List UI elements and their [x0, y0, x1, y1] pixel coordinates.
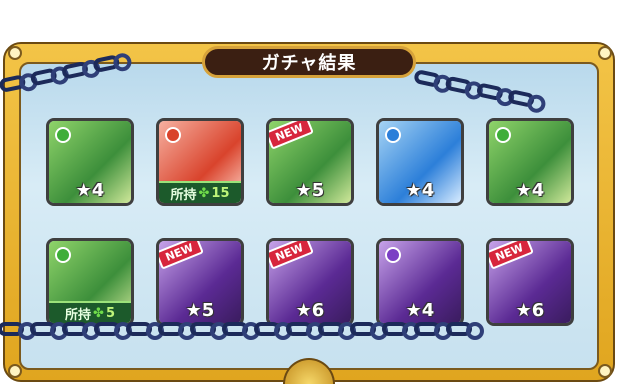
owned-count-bar: 所持 ✤ 15 — [159, 181, 241, 203]
owned-count: 15 — [211, 185, 230, 201]
owned-label: 所持 — [170, 187, 197, 203]
rarity-stars: ★5 — [295, 180, 325, 201]
character-card[interactable]: ★4 — [376, 238, 464, 326]
dark-element-icon — [385, 247, 401, 263]
wood-element-icon — [55, 247, 71, 263]
character-card[interactable]: ★4 — [46, 118, 134, 206]
fire-element-icon — [165, 127, 181, 143]
clover-icon: ✤ — [93, 305, 104, 321]
rivet-icon — [598, 364, 612, 378]
rivet-icon — [8, 46, 22, 60]
character-card[interactable]: NEW ★6 — [486, 238, 574, 326]
rarity-stars: ★6 — [515, 300, 545, 321]
rivet-icon — [598, 46, 612, 60]
wood-element-icon — [495, 127, 511, 143]
character-card[interactable]: ★4 — [486, 118, 574, 206]
rarity-stars: ★4 — [75, 180, 105, 201]
character-card[interactable]: NEW ★5 — [156, 238, 244, 326]
chain-bottom — [0, 322, 484, 340]
clover-icon: ✤ — [198, 185, 210, 201]
rarity-stars: ★4 — [405, 300, 435, 321]
rivet-icon — [8, 364, 22, 378]
rarity-stars: ★4 — [515, 180, 545, 201]
character-card[interactable]: NEW ★5 — [266, 118, 354, 206]
wood-element-icon — [55, 127, 71, 143]
rarity-stars: ★5 — [185, 300, 215, 321]
owned-label: 所持 — [65, 307, 92, 323]
owned-count: 5 — [105, 305, 115, 321]
page-title: ガチャ結果 — [202, 46, 416, 78]
water-element-icon — [385, 127, 401, 143]
owned-count-bar: 所持 ✤ 5 — [49, 301, 131, 323]
character-card[interactable]: NEW ★6 — [266, 238, 354, 326]
rarity-stars: ★4 — [405, 180, 435, 201]
character-card[interactable]: ★4 — [376, 118, 464, 206]
character-card[interactable]: 所持 ✤ 15 — [156, 118, 244, 206]
character-card[interactable]: 所持 ✤ 5 — [46, 238, 134, 326]
rarity-stars: ★6 — [295, 300, 325, 321]
